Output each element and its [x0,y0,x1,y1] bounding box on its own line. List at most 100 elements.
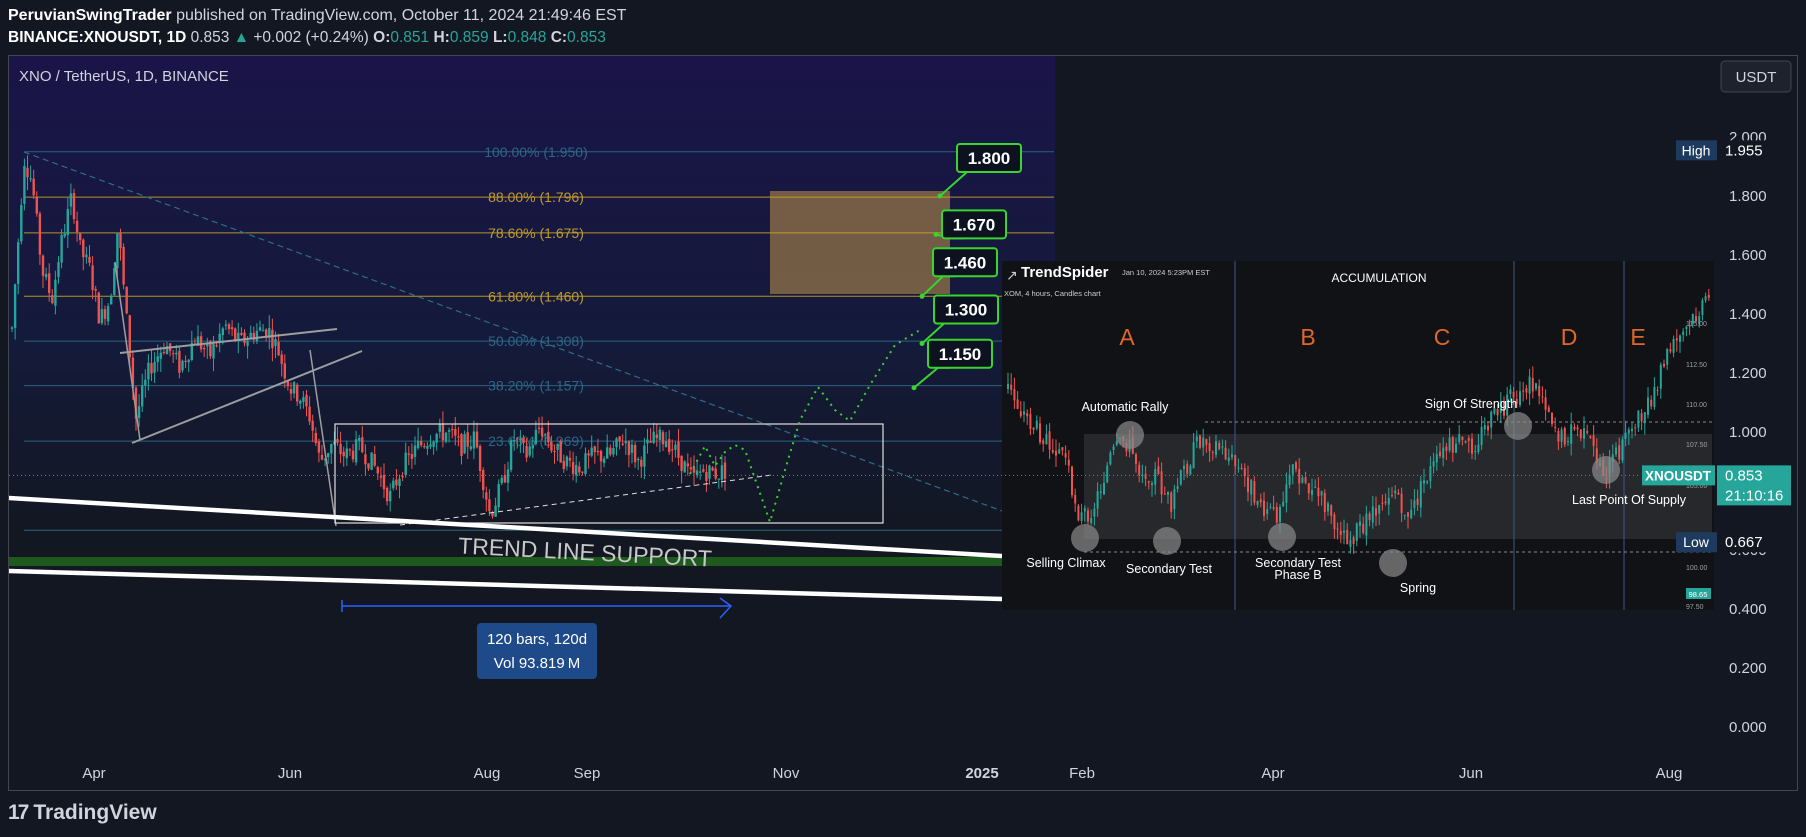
inset-candle [1099,491,1102,493]
inset-candle [1544,397,1547,410]
inset-candle [1333,514,1336,530]
inset-candle [1291,464,1294,475]
inset-candle [1160,471,1163,495]
candle [658,429,662,441]
x-axis-label: Feb [1069,765,1095,782]
inset-candle [1547,407,1550,412]
inset-candle [1346,530,1349,545]
candle [494,505,497,517]
candle [624,441,627,444]
inset-candle [1669,349,1672,352]
inset-candle [1023,411,1025,415]
footer-brand[interactable]: 17 TradingView [8,801,157,825]
candle [75,220,79,233]
inset-candle [1323,492,1326,513]
inset-candle [1570,424,1573,444]
inset-candle [1663,363,1665,367]
inset-event-label: Sign Of Strength [1425,397,1517,411]
inset-candle [1016,399,1019,409]
x-axis-label: 2025 [965,765,998,782]
inset-event-marker [1153,527,1181,555]
inset-candle [1259,499,1262,503]
candle [277,341,280,356]
candle [683,461,686,473]
candle [51,295,54,304]
candle [271,329,274,349]
inset-event-marker [1071,524,1099,552]
candle [339,443,342,454]
inset-candle [1176,486,1179,490]
inset-candle [1416,498,1419,505]
inset-candle [1032,427,1035,430]
candle [590,447,593,456]
inset-candle [1211,451,1214,453]
inset-event-marker [1504,412,1532,440]
candle [497,484,500,508]
candle [429,444,432,447]
y-axis-label: 0.000 [1729,719,1767,736]
inset-candle [1247,477,1249,493]
inset-candle [1448,437,1451,451]
inset-candle [1394,490,1397,494]
candle [575,464,578,476]
price-tag-countdown: 21:10:16 [1725,487,1783,504]
inset-candle [1541,396,1544,398]
candle [122,246,125,285]
candle [234,328,237,341]
inset-candle [1551,412,1553,425]
candle [379,476,383,478]
candle [20,204,23,242]
candle [565,456,569,467]
candle [13,284,17,328]
inset-candle [1163,493,1166,495]
inset-candle [1237,467,1240,469]
inset-candle [1135,454,1137,464]
inset-candle [1083,508,1086,512]
inset-candle [1554,427,1557,429]
inset-candle [1221,446,1224,448]
measure-arrow-icon [719,597,733,619]
inset-candle [1368,513,1371,520]
inset-candle [1080,512,1083,521]
inset-candle [1413,500,1416,509]
y-axis-label: 0.400 [1729,601,1767,618]
candle [618,436,621,442]
inset-candle [1167,492,1169,495]
candle [503,475,507,483]
candle [633,444,637,463]
inset-candle [1170,492,1173,512]
candle [401,476,404,478]
candle [602,458,606,463]
candle [643,445,646,467]
price-chart[interactable]: 100.00% (1.950) 88.00% (1.796) 78.60% (1.6… [0,0,1806,837]
y-axis-label: 1.200 [1729,365,1767,382]
candle [457,436,460,438]
inset-candle [1269,506,1272,508]
inset-candle [1576,427,1579,430]
candle [85,254,88,258]
candle [525,445,528,458]
inset-candle [1189,465,1192,475]
candle [385,487,389,502]
inset-candle [1240,467,1243,469]
candle [655,434,658,439]
inset-candle [1067,459,1070,466]
fib-level-label: 88.00% (1.796) [488,189,584,205]
candle [671,449,674,451]
inset-candle [1419,481,1422,508]
inset-event-label: Automatic Rally [1082,400,1170,414]
inset-candle [1538,385,1541,397]
inset-event-marker [1592,456,1620,484]
inset-candle [1042,440,1045,444]
inset-event-label: Phase B [1274,568,1321,582]
inset-candle [1355,523,1358,541]
candle [212,343,215,359]
inset-candle [1656,389,1659,391]
candle [227,324,231,330]
candle [596,450,600,453]
inset-scale-label: 110.00 [1686,402,1707,409]
candle [720,465,724,480]
candle [26,167,29,178]
candle [695,470,699,476]
candle [544,434,547,436]
